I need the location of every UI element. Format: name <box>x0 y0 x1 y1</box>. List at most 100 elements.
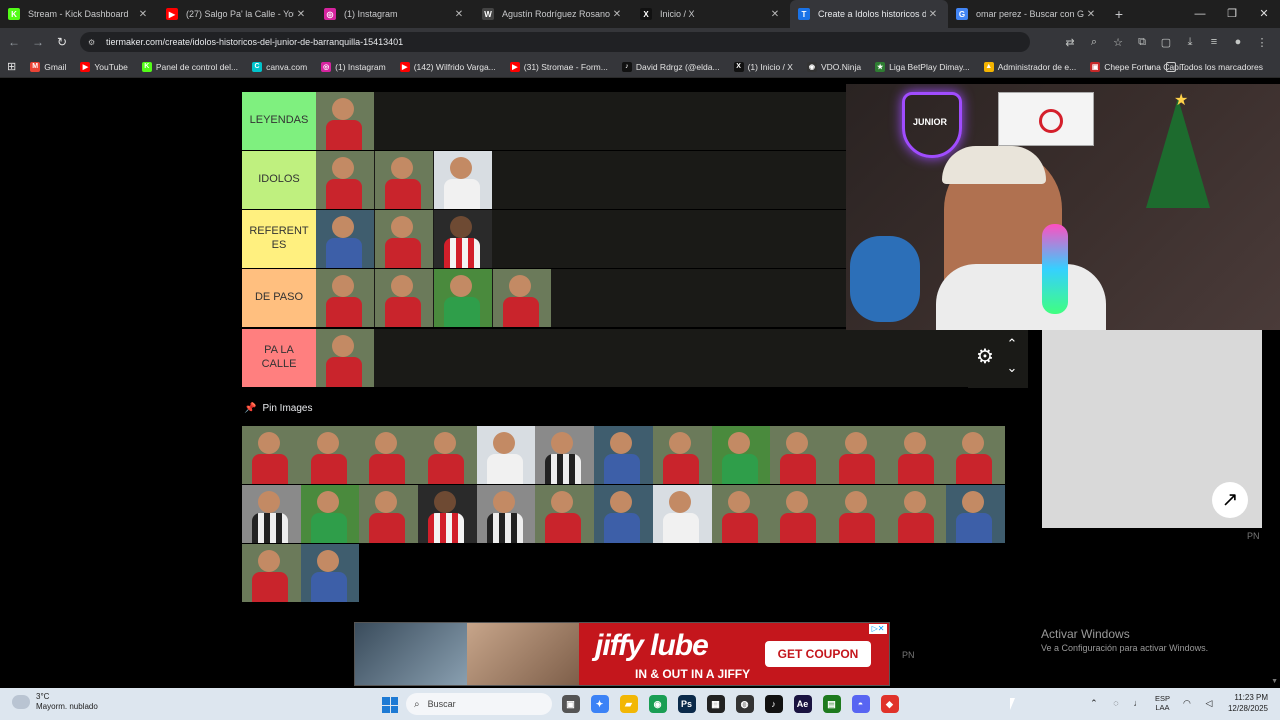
ad-close-icon[interactable]: ▷✕ <box>869 624 887 634</box>
bookmark-item[interactable]: ◎ (1) Instagram <box>314 61 393 72</box>
player-image[interactable] <box>300 544 360 602</box>
player-image[interactable] <box>594 426 653 484</box>
player-image[interactable] <box>242 485 301 543</box>
close-tab-icon[interactable]: ✕ <box>926 9 940 20</box>
expand-arrow-icon[interactable]: ↗ <box>1212 482 1248 518</box>
player-image[interactable] <box>828 426 888 484</box>
browser-tab[interactable]: T Create a Idolos historicos del Ju✕ <box>790 0 948 28</box>
bookmark-item[interactable]: ▶ YouTube <box>73 61 134 72</box>
player-image[interactable] <box>946 426 1005 484</box>
player-image[interactable] <box>770 485 829 543</box>
tier-label[interactable]: DE PASO <box>242 269 316 327</box>
weather-widget[interactable]: 3°C Mayorm. nublado <box>12 692 98 712</box>
chevron-down-icon[interactable]: ⌄ <box>1004 360 1020 376</box>
bookmark-item[interactable]: ▲ Administrador de e... <box>977 61 1083 72</box>
download-icon[interactable]: ⤓ <box>1178 36 1202 49</box>
player-image[interactable] <box>828 485 888 543</box>
reload-icon[interactable]: ↻ <box>50 35 74 49</box>
player-image[interactable] <box>887 485 947 543</box>
player-image[interactable] <box>418 426 477 484</box>
player-image[interactable] <box>493 269 551 327</box>
player-image[interactable] <box>711 426 771 484</box>
bookmark-item[interactable]: Ccanva.com <box>245 61 314 72</box>
microphone-icon[interactable]: ♩ <box>1131 698 1145 708</box>
player-image[interactable] <box>316 92 374 150</box>
browser-tab[interactable]: W Agustín Rodríguez Rosano - Wi✕ <box>474 0 632 28</box>
browser-tab[interactable]: X Inicio / X ✕ <box>632 0 790 28</box>
close-tab-icon[interactable]: ✕ <box>610 9 624 20</box>
bookmark-item[interactable]: ★ Liga BetPlay Dimay... <box>868 61 977 72</box>
player-image[interactable] <box>652 485 712 543</box>
tier-label[interactable]: PA LA CALLE <box>242 329 316 387</box>
player-image[interactable] <box>316 269 374 327</box>
gear-icon[interactable]: ⚙ <box>974 346 996 368</box>
get-coupon-button[interactable]: GET COUPON <box>765 641 871 667</box>
taskbar-app-icon[interactable]: Ps <box>677 695 696 713</box>
player-image[interactable] <box>887 426 947 484</box>
extensions-icon[interactable]: ⧉ <box>1130 36 1154 49</box>
player-image[interactable] <box>946 485 1005 543</box>
taskbar-app-icon[interactable]: ◍ <box>735 695 754 713</box>
player-image[interactable] <box>300 485 360 543</box>
all-bookmarks-button[interactable]: Todos los marcadores <box>1159 62 1270 72</box>
taskbar-app-icon[interactable]: ◓ <box>851 695 870 713</box>
player-image[interactable] <box>434 269 492 327</box>
bookmark-star-icon[interactable]: ☆ <box>1106 36 1130 49</box>
ad-banner[interactable]: jiffy lube IN & OUT IN A JIFFY GET COUPO… <box>354 622 890 686</box>
player-image[interactable] <box>652 426 712 484</box>
chevron-up-icon[interactable]: ⌃ <box>1004 336 1020 352</box>
menu-icon[interactable]: ⋮ <box>1250 36 1274 49</box>
player-image[interactable] <box>594 485 653 543</box>
site-info-icon[interactable]: ⚙ <box>88 38 100 47</box>
windows-start-icon[interactable] <box>382 697 398 713</box>
profile-avatar-icon[interactable]: ● <box>1226 36 1250 48</box>
player-image[interactable] <box>375 210 433 268</box>
network-icon[interactable]: ◌ <box>1109 698 1123 708</box>
player-image[interactable] <box>375 151 433 209</box>
close-tab-icon[interactable]: ✕ <box>452 9 466 20</box>
player-image[interactable] <box>711 485 771 543</box>
taskbar-app-icon[interactable]: Ae <box>793 695 812 713</box>
taskbar-app-icon[interactable]: ◆ <box>880 695 899 713</box>
player-image[interactable] <box>316 151 374 209</box>
player-image[interactable] <box>375 269 433 327</box>
player-image[interactable] <box>242 544 301 602</box>
bookmarks-overflow-button[interactable]: » <box>1140 62 1159 72</box>
tier-label[interactable]: LEYENDAS <box>242 92 316 150</box>
scroll-down-icon[interactable]: ▼ <box>1271 678 1278 685</box>
player-image[interactable] <box>770 426 829 484</box>
zoom-icon[interactable]: ⌕ <box>1082 36 1106 49</box>
taskbar-app-icon[interactable]: ▦ <box>706 695 725 713</box>
close-window-button[interactable]: ✕ <box>1248 0 1280 28</box>
player-image[interactable] <box>434 210 492 268</box>
player-image[interactable] <box>434 151 492 209</box>
player-image[interactable] <box>535 426 595 484</box>
forward-icon[interactable]: → <box>26 35 50 49</box>
tier-label[interactable]: REFERENT ES <box>242 210 316 268</box>
taskbar-app-icon[interactable]: ▰ <box>619 695 638 713</box>
maximize-button[interactable]: ❐ <box>1216 0 1248 28</box>
browser-tab[interactable]: ◎ (1) Instagram ✕ <box>316 0 474 28</box>
player-image[interactable] <box>476 485 536 543</box>
player-image[interactable] <box>476 426 536 484</box>
bookmark-item[interactable]: X (1) Inicio / X <box>727 61 800 72</box>
player-image[interactable] <box>316 329 374 387</box>
tier-label[interactable]: IDOLOS <box>242 151 316 209</box>
browser-tab[interactable]: ▶ (27) Salgo Pa' la Calle - YouTube✕ <box>158 0 316 28</box>
new-tab-button[interactable]: + <box>1106 0 1132 28</box>
volume-icon[interactable]: ◁ <box>1202 698 1216 709</box>
close-tab-icon[interactable]: ✕ <box>768 9 782 20</box>
bookmark-item[interactable]: ♪ David Rdrgz (@elda... <box>615 61 727 72</box>
translate-icon[interactable]: ⇄ <box>1058 36 1082 49</box>
player-image[interactable] <box>359 485 419 543</box>
browser-tab[interactable]: Gomar perez - Buscar con Google✕ <box>948 0 1106 28</box>
taskbar-app-icon[interactable]: ▤ <box>822 695 841 713</box>
browser-tab[interactable]: K Stream - Kick Dashboard ✕ <box>0 0 158 28</box>
close-tab-icon[interactable]: ✕ <box>294 9 308 20</box>
pin-images-header[interactable]: 📌 Pin Images <box>244 403 312 414</box>
player-image[interactable] <box>418 485 477 543</box>
taskbar-search[interactable]: ⌕ Buscar <box>406 693 552 715</box>
bookmark-item[interactable]: M Gmail <box>23 61 73 72</box>
language-indicator[interactable]: ESP LAA <box>1155 694 1170 712</box>
apps-grid-icon[interactable]: ⊞ <box>0 60 23 73</box>
